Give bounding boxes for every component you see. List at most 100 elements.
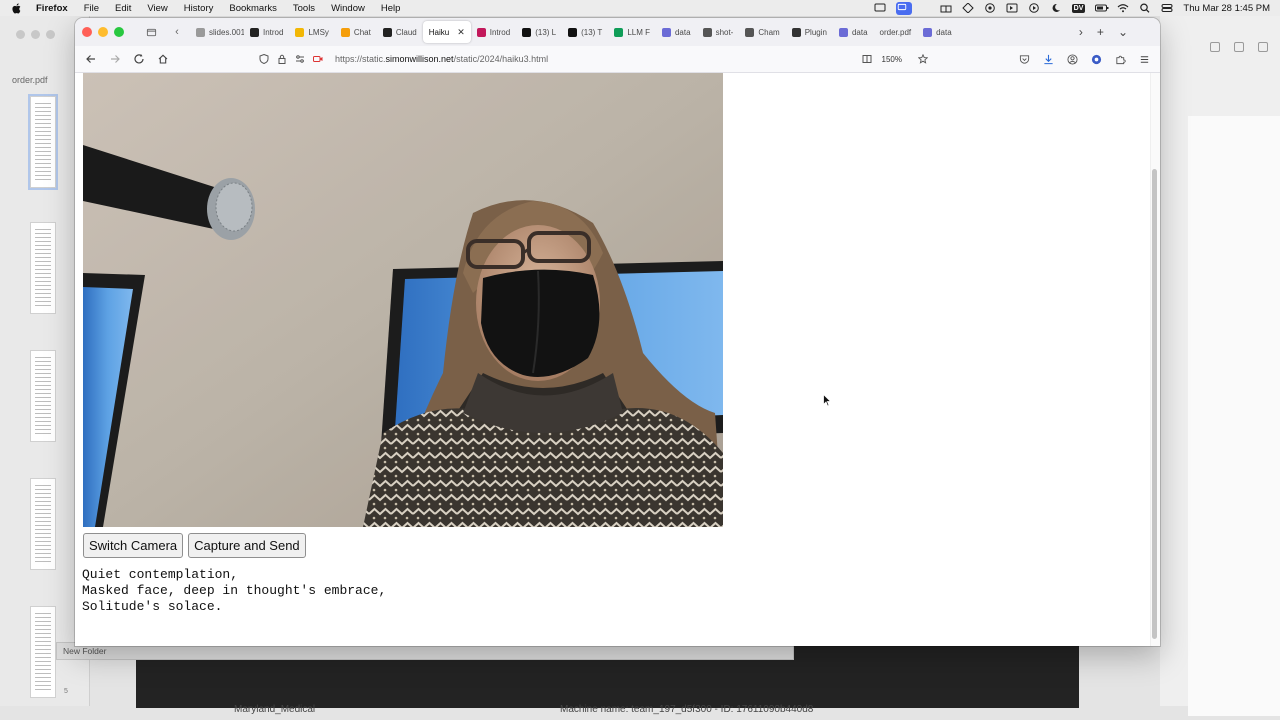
background-window-right xyxy=(1160,16,1280,716)
tab-favicon xyxy=(791,27,801,37)
camera-sharing-icon[interactable] xyxy=(311,52,325,66)
account-icon[interactable] xyxy=(1066,53,1078,65)
app-menu-icon[interactable] xyxy=(1138,53,1150,65)
page-thumbnail[interactable] xyxy=(30,222,56,314)
battery-icon[interactable] xyxy=(1095,3,1109,13)
tab[interactable]: (13) L xyxy=(516,21,562,43)
scrollbar-track[interactable] xyxy=(1150,73,1160,646)
screen-mirror-icon[interactable] xyxy=(874,3,886,13)
camera-controls: Switch Camera Capture and Send xyxy=(83,533,306,558)
tab[interactable]: Introd xyxy=(244,21,289,43)
menu-help[interactable]: Help xyxy=(381,3,401,14)
extension-status-icon[interactable] xyxy=(961,3,974,13)
page-thumbnail[interactable] xyxy=(28,94,58,190)
gift-icon[interactable] xyxy=(940,3,952,13)
dv-badge[interactable]: DV xyxy=(1071,3,1086,13)
tab[interactable]: Claud xyxy=(377,21,423,43)
forward-icon[interactable] xyxy=(103,49,127,69)
tab-label: Chat xyxy=(353,27,371,37)
speaker-status-icon[interactable] xyxy=(1006,3,1018,13)
home-icon[interactable] xyxy=(151,49,175,69)
control-center-icon[interactable] xyxy=(1161,3,1173,13)
menu-window[interactable]: Window xyxy=(331,3,365,14)
extension-globe-icon[interactable] xyxy=(1090,53,1102,65)
tab[interactable]: data xyxy=(833,21,874,43)
chrome-status-icon[interactable] xyxy=(984,3,996,13)
tab-label: Haiku xyxy=(428,27,450,37)
menu-tools[interactable]: Tools xyxy=(293,3,315,14)
tab[interactable]: Plugin xyxy=(786,21,833,43)
reload-icon[interactable] xyxy=(127,49,151,69)
tab-favicon xyxy=(382,27,392,37)
list-all-tabs-icon[interactable]: ⌄ xyxy=(1118,25,1128,39)
tab[interactable]: Chat xyxy=(335,21,377,43)
page-thumbnail[interactable] xyxy=(30,350,56,442)
page-content: Switch Camera Capture and Send Quiet con… xyxy=(75,73,1160,646)
back-icon[interactable] xyxy=(79,49,103,69)
tab[interactable]: Introd xyxy=(471,21,516,43)
scrollbar-thumb[interactable] xyxy=(1152,169,1157,639)
moon-icon[interactable] xyxy=(1050,3,1062,13)
downloads-icon[interactable] xyxy=(1042,53,1054,65)
tab[interactable]: Cham xyxy=(739,21,785,43)
url-text[interactable]: https://static.simonwillison.net/static/… xyxy=(335,54,548,64)
haiku-line: Masked face, deep in thought's embrace, xyxy=(82,583,387,598)
menubar-clock[interactable]: Thu Mar 28 1:45 PM xyxy=(1183,3,1270,14)
tab[interactable]: shot- xyxy=(697,21,740,43)
scroll-tabs-left-icon[interactable]: ‹ xyxy=(170,25,184,39)
spotlight-search-icon[interactable] xyxy=(1139,3,1151,13)
permissions-icon[interactable] xyxy=(293,52,307,66)
tab[interactable]: LLM F xyxy=(608,21,656,43)
tab[interactable]: data xyxy=(917,21,958,43)
play-status-icon[interactable] xyxy=(1028,3,1040,13)
switch-camera-button[interactable]: Switch Camera xyxy=(83,533,184,558)
minimize-window-button[interactable] xyxy=(98,27,108,37)
tab-label: data xyxy=(936,27,952,37)
page-thumbnail[interactable] xyxy=(30,478,56,570)
macos-menubar: Firefox File Edit View History Bookmarks… xyxy=(0,0,1280,16)
firefox-view-icon[interactable] xyxy=(144,25,158,39)
tab[interactable]: order.pdf xyxy=(874,21,918,43)
extensions-icon[interactable] xyxy=(1114,53,1126,65)
tab-label: Claud xyxy=(395,27,417,37)
menu-view[interactable]: View xyxy=(147,3,167,14)
menu-app-name[interactable]: Firefox xyxy=(36,3,68,14)
camera-video-feed xyxy=(83,73,723,527)
apple-icon[interactable] xyxy=(12,2,22,14)
tab[interactable]: slides.001 xyxy=(190,21,244,43)
close-tab-icon[interactable]: ✕ xyxy=(457,27,465,38)
url-bar[interactable]: https://static.simonwillison.net/static/… xyxy=(257,49,1018,69)
tab-label: shot- xyxy=(715,27,734,37)
reader-view-icon[interactable] xyxy=(860,52,874,66)
capture-and-send-button[interactable]: Capture and Send xyxy=(188,533,306,558)
page-thumbnail[interactable] xyxy=(30,606,56,698)
menu-edit[interactable]: Edit xyxy=(115,3,131,14)
menu-file[interactable]: File xyxy=(84,3,99,14)
preview-doc-title: order.pdf xyxy=(12,75,48,85)
tab-label: Introd xyxy=(489,27,511,37)
tab[interactable]: data xyxy=(656,21,697,43)
tab-favicon xyxy=(295,27,305,37)
screen-record-icon[interactable] xyxy=(895,1,912,15)
zoom-window-button[interactable] xyxy=(114,27,124,37)
lock-icon[interactable] xyxy=(275,52,289,66)
tab[interactable]: (13) T xyxy=(562,21,608,43)
tab-bar: ‹ slides.001 Introd LMSy Chat Claud Haik… xyxy=(75,18,1160,46)
new-folder-label[interactable]: New Folder xyxy=(63,646,106,656)
pocket-icon[interactable] xyxy=(1018,53,1030,65)
close-window-button[interactable] xyxy=(82,27,92,37)
zoom-level-badge[interactable]: 150% xyxy=(882,55,902,64)
scroll-tabs-right-icon[interactable]: › xyxy=(1079,25,1083,39)
tab[interactable]: LMSy xyxy=(289,21,334,43)
menu-history[interactable]: History xyxy=(184,3,214,14)
tab-active-haiku[interactable]: Haiku ✕ xyxy=(422,21,471,43)
tab-favicon xyxy=(476,27,486,37)
bookmark-star-icon[interactable] xyxy=(916,52,930,66)
tab-favicon xyxy=(661,27,671,37)
new-tab-icon[interactable]: + xyxy=(1097,25,1104,39)
wifi-icon[interactable] xyxy=(1117,3,1129,13)
tab-favicon xyxy=(568,27,578,37)
tracking-protection-icon[interactable] xyxy=(257,52,271,66)
haiku-line: Solitude's solace. xyxy=(82,599,223,614)
menu-bookmarks[interactable]: Bookmarks xyxy=(229,3,277,14)
